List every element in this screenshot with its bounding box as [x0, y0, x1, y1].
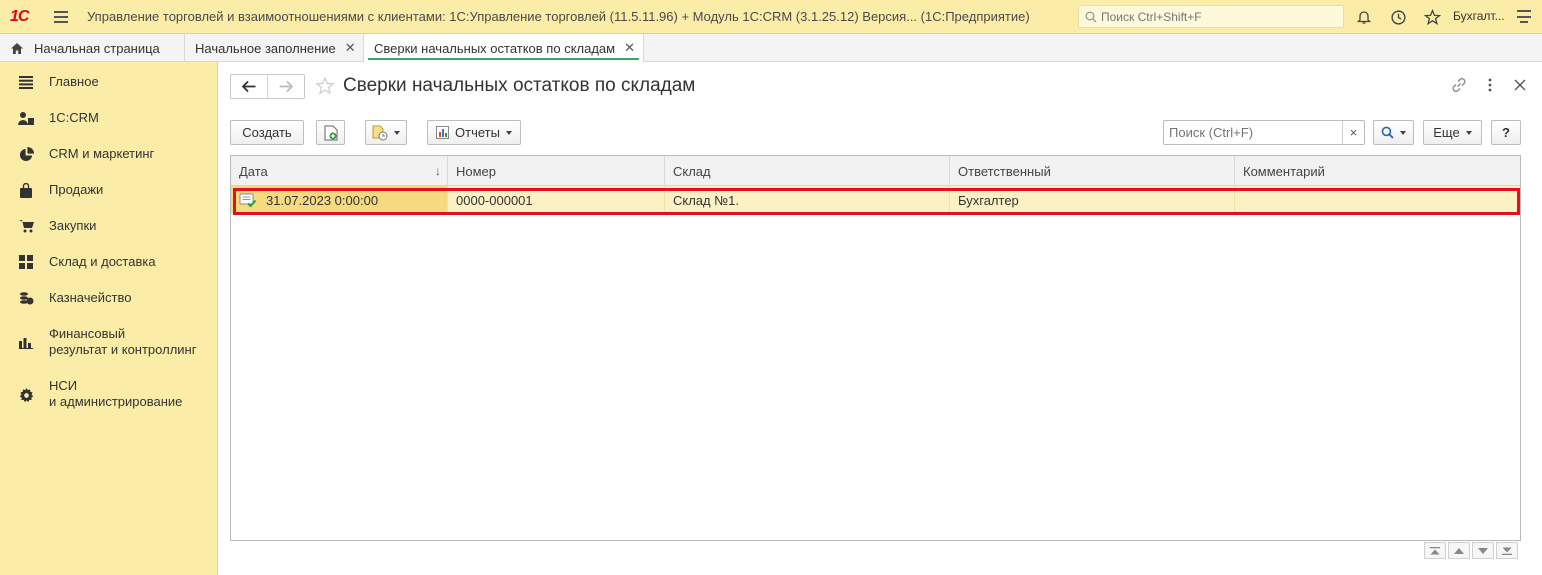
column-header-number[interactable]: Номер — [448, 156, 665, 186]
help-button[interactable]: ? — [1491, 120, 1521, 145]
cell-responsible[interactable]: Бухгалтер — [950, 186, 1235, 214]
arrow-down-icon — [1478, 547, 1488, 554]
favorites-star-icon[interactable] — [1421, 6, 1443, 28]
chevron-down-icon — [505, 130, 512, 135]
sort-down-icon: ↓ — [435, 164, 441, 178]
coins-icon — [18, 290, 34, 306]
sidebar-item-sales[interactable]: Продажи — [0, 181, 218, 199]
tab-home[interactable]: Начальная страница — [0, 34, 185, 62]
create-based-on-button[interactable] — [365, 120, 407, 145]
table-header: Дата ↓ Номер Склад Ответственный Коммент… — [231, 156, 1520, 186]
close-form-icon[interactable] — [1511, 76, 1529, 94]
list-form: Сверки начальных остатков по складам Соз… — [218, 62, 1542, 575]
table-row[interactable]: 31.07.2023 0:00:00 0000-000001 Склад №1.… — [231, 186, 1520, 214]
global-search[interactable] — [1078, 5, 1344, 28]
tab-initial-filling[interactable]: Начальное заполнение ✕ — [185, 34, 364, 62]
report-chart-icon — [436, 126, 450, 139]
cell-comment[interactable] — [1235, 186, 1520, 214]
scroll-down-button[interactable] — [1472, 542, 1494, 559]
top-bar: 1С Управление торговлей и взаимоотношени… — [0, 0, 1542, 34]
sidebar-item-treasury[interactable]: Казначейство — [0, 289, 218, 307]
back-button[interactable] — [231, 75, 267, 98]
column-header-date[interactable]: Дата ↓ — [231, 156, 448, 186]
scroll-to-bottom-button[interactable] — [1496, 542, 1518, 559]
gear-icon — [18, 387, 34, 403]
cart-icon — [18, 218, 34, 234]
cell-number[interactable]: 0000-000001 — [448, 186, 665, 214]
chevron-down-icon — [1465, 130, 1472, 135]
history-navigation — [230, 74, 305, 99]
home-icon — [11, 42, 23, 54]
current-user[interactable]: Бухгалт... — [1453, 9, 1505, 23]
sidebar-item-purchases[interactable]: Закупки — [0, 217, 218, 235]
pie-chart-icon — [18, 146, 34, 162]
chevron-down-icon — [1400, 130, 1406, 135]
arrow-top-icon — [1430, 546, 1440, 554]
cell-warehouse[interactable]: Склад №1. — [665, 186, 950, 214]
more-button[interactable]: Еще — [1423, 120, 1482, 145]
sidebar-item-crm[interactable]: 1С:CRM — [0, 109, 218, 127]
search-icon — [1381, 126, 1394, 139]
sidebar-item-main[interactable]: Главное — [0, 73, 218, 91]
1c-logo: 1С — [10, 7, 29, 25]
forward-button[interactable] — [267, 75, 304, 98]
bar-chart-icon — [18, 334, 34, 350]
sections-panel: Главное 1С:CRM CRM и маркетинг Продажи З… — [0, 62, 218, 575]
close-tab-icon[interactable]: ✕ — [345, 40, 356, 56]
main-menu-icon[interactable] — [54, 10, 68, 23]
tab-warehouse-reconciliation[interactable]: Сверки начальных остатков по складам ✕ — [364, 34, 644, 62]
list-icon — [18, 74, 34, 90]
arrow-bottom-icon — [1502, 547, 1512, 555]
history-icon[interactable] — [1387, 6, 1409, 28]
column-header-responsible[interactable]: Ответственный — [950, 156, 1235, 186]
clear-search-button[interactable]: × — [1342, 121, 1364, 144]
search-icon — [1085, 11, 1097, 22]
sidebar-item-admin[interactable]: НСИ и администрирование — [0, 377, 218, 411]
sidebar-item-crm-marketing[interactable]: CRM и маркетинг — [0, 145, 218, 163]
form-title: Сверки начальных остатков по складам — [343, 75, 696, 96]
search-options-button[interactable] — [1373, 120, 1414, 145]
document-clock-icon — [372, 125, 388, 140]
link-icon[interactable] — [1450, 76, 1468, 94]
search-input[interactable] — [1164, 121, 1342, 144]
settings-menu-icon[interactable] — [1517, 10, 1531, 23]
close-tab-icon[interactable]: ✕ — [624, 40, 635, 56]
global-search-input[interactable] — [1101, 9, 1331, 24]
new-document-icon — [324, 125, 337, 140]
warehouse-grid-icon — [18, 254, 34, 270]
bag-icon — [18, 182, 34, 198]
create-button[interactable]: Создать — [230, 120, 304, 145]
scroll-to-top-button[interactable] — [1424, 542, 1446, 559]
chevron-down-icon — [394, 130, 400, 135]
list-scroll-controls — [1424, 542, 1518, 559]
list-search: × — [1163, 120, 1365, 145]
more-actions-icon[interactable] — [1481, 76, 1499, 94]
open-windows-tabs: Начальная страница Начальное заполнение … — [0, 34, 1542, 62]
arrow-up-icon — [1454, 547, 1464, 554]
reports-button[interactable]: Отчеты — [427, 120, 521, 145]
column-header-warehouse[interactable]: Склад — [665, 156, 950, 186]
arrow-right-icon — [279, 81, 293, 92]
posted-document-icon — [239, 193, 257, 208]
documents-table: Дата ↓ Номер Склад Ответственный Коммент… — [230, 155, 1521, 541]
scroll-up-button[interactable] — [1448, 542, 1470, 559]
sidebar-item-finance[interactable]: Финансовый результат и контроллинг — [0, 325, 218, 359]
arrow-left-icon — [242, 81, 256, 92]
bell-icon[interactable] — [1353, 6, 1375, 28]
add-to-favorites-star-icon[interactable] — [315, 76, 335, 96]
sidebar-item-warehouse[interactable]: Склад и доставка — [0, 253, 218, 271]
app-title: Управление торговлей и взаимоотношениями… — [87, 9, 1030, 24]
copy-document-button[interactable] — [316, 120, 345, 145]
cell-date[interactable]: 31.07.2023 0:00:00 — [231, 186, 448, 214]
crm-users-icon — [18, 110, 34, 126]
column-header-comment[interactable]: Комментарий — [1235, 156, 1520, 186]
